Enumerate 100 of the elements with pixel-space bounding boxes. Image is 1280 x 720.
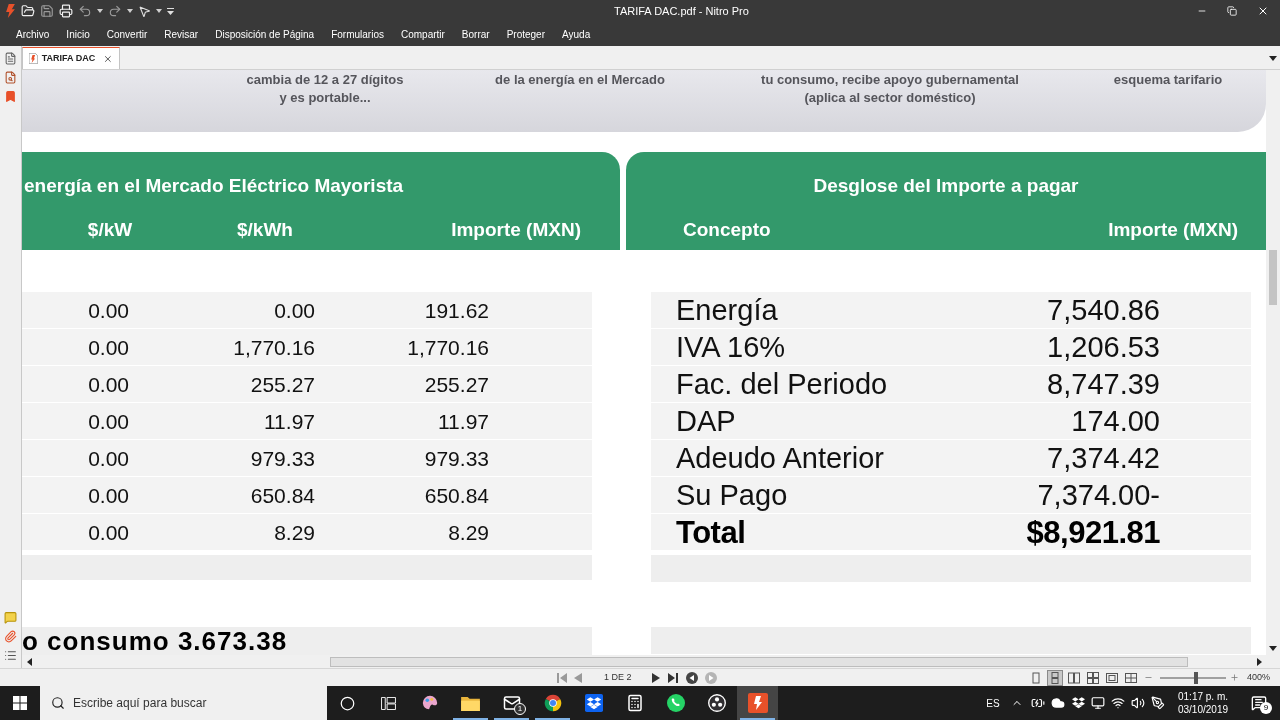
menu-item[interactable]: Disposición de Página bbox=[215, 26, 315, 42]
cloud-icon[interactable] bbox=[1051, 696, 1065, 710]
redo-icon[interactable] bbox=[108, 4, 122, 18]
split-page-icon[interactable] bbox=[1123, 670, 1138, 685]
table-cell: 0.00 bbox=[274, 299, 315, 321]
amount-value: 174.00 bbox=[1071, 406, 1160, 436]
bolt-logo-icon[interactable] bbox=[5, 4, 16, 18]
calculator-icon bbox=[625, 694, 644, 712]
notifications-icon[interactable] bbox=[1251, 695, 1267, 711]
amount-value: 7,540.86 bbox=[1047, 295, 1160, 325]
dropdown-caret-icon[interactable] bbox=[1269, 56, 1277, 61]
monitor-icon[interactable] bbox=[1091, 696, 1105, 710]
scroll-left-icon[interactable] bbox=[26, 657, 32, 666]
clock-date[interactable]: 03/10/2019 bbox=[1177, 703, 1229, 716]
count-badge: 1 bbox=[514, 703, 526, 715]
table-cell: 0.00 bbox=[88, 336, 129, 358]
table-cell: 255.27 bbox=[424, 373, 489, 395]
taskbar-button[interactable]: 1 bbox=[491, 686, 532, 720]
menu-item[interactable]: Formularios bbox=[331, 26, 384, 42]
menu-item[interactable]: Archivo bbox=[16, 26, 50, 42]
page-indicator[interactable]: 1 DE 2 bbox=[604, 670, 632, 685]
scroll-down-icon[interactable] bbox=[1269, 646, 1277, 651]
wifi-icon[interactable] bbox=[1111, 696, 1125, 710]
concept-label: Total bbox=[676, 516, 746, 548]
box-logo-icon[interactable] bbox=[1071, 697, 1085, 709]
column-header: Concepto bbox=[683, 217, 771, 242]
two-columns-icon[interactable] bbox=[1066, 670, 1081, 685]
document-search-icon[interactable] bbox=[4, 71, 17, 84]
amount-value: 7,374.42 bbox=[1047, 443, 1160, 473]
slider-thumb[interactable] bbox=[1194, 671, 1199, 684]
zoom-in-icon[interactable] bbox=[1229, 673, 1239, 682]
amount-value: 7,374.00- bbox=[1037, 480, 1160, 510]
banner-text: y es portable... bbox=[279, 89, 371, 107]
box-logo-icon bbox=[584, 694, 603, 712]
concept-label: Su Pago bbox=[676, 480, 788, 510]
save-icon[interactable] bbox=[40, 4, 54, 18]
menu-item[interactable]: Inicio bbox=[66, 26, 90, 42]
print-icon[interactable] bbox=[59, 4, 73, 18]
scroll-right-icon[interactable] bbox=[1256, 657, 1262, 666]
menu-item[interactable]: Compartir bbox=[400, 26, 445, 42]
back-icon[interactable] bbox=[685, 671, 698, 684]
start-icon[interactable] bbox=[13, 696, 27, 710]
table-cell: 0.00 bbox=[88, 521, 129, 543]
table-cell: 650.84 bbox=[250, 484, 315, 506]
last-page-icon[interactable] bbox=[667, 672, 678, 683]
summary-text: o consumo 3.673.38 bbox=[22, 628, 288, 655]
scrollbar-thumb[interactable] bbox=[330, 656, 1188, 667]
undo-icon[interactable] bbox=[78, 4, 92, 18]
caret-icon[interactable] bbox=[97, 9, 103, 13]
table-cell: 979.33 bbox=[250, 447, 315, 469]
table-cell: 1,770.16 bbox=[233, 336, 315, 358]
circle-icon[interactable] bbox=[340, 695, 355, 711]
table-cell: 8.29 bbox=[448, 521, 489, 543]
banner-text: de la energía en el Mercado bbox=[495, 71, 665, 89]
table-title: energía en el Mercado Eléctrico Mayorista bbox=[23, 174, 404, 198]
concept-label: Fac. del Periodo bbox=[676, 369, 888, 399]
stacked-pages-icon[interactable] bbox=[1047, 670, 1062, 685]
banner-text: (aplica al sector doméstico) bbox=[804, 89, 976, 107]
table-cell: 11.97 bbox=[438, 410, 489, 432]
table-cell: 255.27 bbox=[250, 373, 315, 395]
pdf-file-icon bbox=[29, 53, 38, 64]
menu-item[interactable]: Revisar bbox=[164, 26, 199, 42]
running-indicator bbox=[453, 718, 488, 720]
framed-page-icon[interactable] bbox=[1104, 670, 1119, 685]
menu-item[interactable]: Proteger bbox=[506, 26, 545, 42]
comment-icon[interactable] bbox=[4, 611, 17, 624]
table-cell: 0.00 bbox=[88, 373, 129, 395]
language-indicator[interactable]: ES bbox=[986, 695, 1000, 711]
document-tab[interactable]: TARIFA DAC bbox=[22, 47, 120, 69]
caret-icon[interactable] bbox=[156, 9, 162, 13]
pen-icon[interactable] bbox=[1151, 696, 1165, 710]
taskbar-button[interactable] bbox=[737, 686, 778, 720]
pointer-icon[interactable] bbox=[138, 4, 151, 18]
table-cell: 979.33 bbox=[424, 447, 489, 469]
menu-item[interactable]: Borrar bbox=[461, 26, 490, 42]
three-dots-circle-icon bbox=[707, 694, 726, 712]
zoom-level[interactable]: 400% bbox=[1246, 670, 1270, 685]
palette-icon bbox=[420, 694, 439, 712]
amount-value: 8,747.39 bbox=[1047, 369, 1160, 399]
menu-item[interactable]: Convertir bbox=[106, 26, 148, 42]
task-view-icon[interactable] bbox=[381, 696, 396, 710]
battery-icon[interactable] bbox=[1031, 696, 1045, 710]
close-icon[interactable] bbox=[1257, 5, 1269, 17]
open-folder-icon[interactable] bbox=[21, 4, 35, 18]
restore-icon[interactable] bbox=[1227, 6, 1237, 16]
scrollbar-thumb[interactable] bbox=[1269, 250, 1277, 305]
clock-time[interactable]: 01:17 p. m. bbox=[1178, 690, 1228, 703]
pages-icon[interactable] bbox=[4, 52, 17, 65]
grid-icon[interactable] bbox=[1085, 670, 1100, 685]
attachment-icon[interactable] bbox=[4, 630, 17, 643]
next-page-icon[interactable] bbox=[651, 672, 660, 683]
menu-item[interactable]: Ayuda bbox=[562, 26, 591, 42]
list-icon[interactable] bbox=[4, 649, 17, 662]
table-cell: 8.29 bbox=[274, 521, 315, 543]
bookmark-icon[interactable] bbox=[4, 90, 17, 103]
volume-icon[interactable] bbox=[1131, 696, 1145, 710]
caret-icon[interactable] bbox=[127, 9, 133, 13]
close-tab-icon[interactable] bbox=[103, 53, 113, 64]
customize-icon[interactable] bbox=[167, 7, 174, 15]
search-field[interactable]: Escribe aquí para buscar bbox=[40, 686, 327, 720]
